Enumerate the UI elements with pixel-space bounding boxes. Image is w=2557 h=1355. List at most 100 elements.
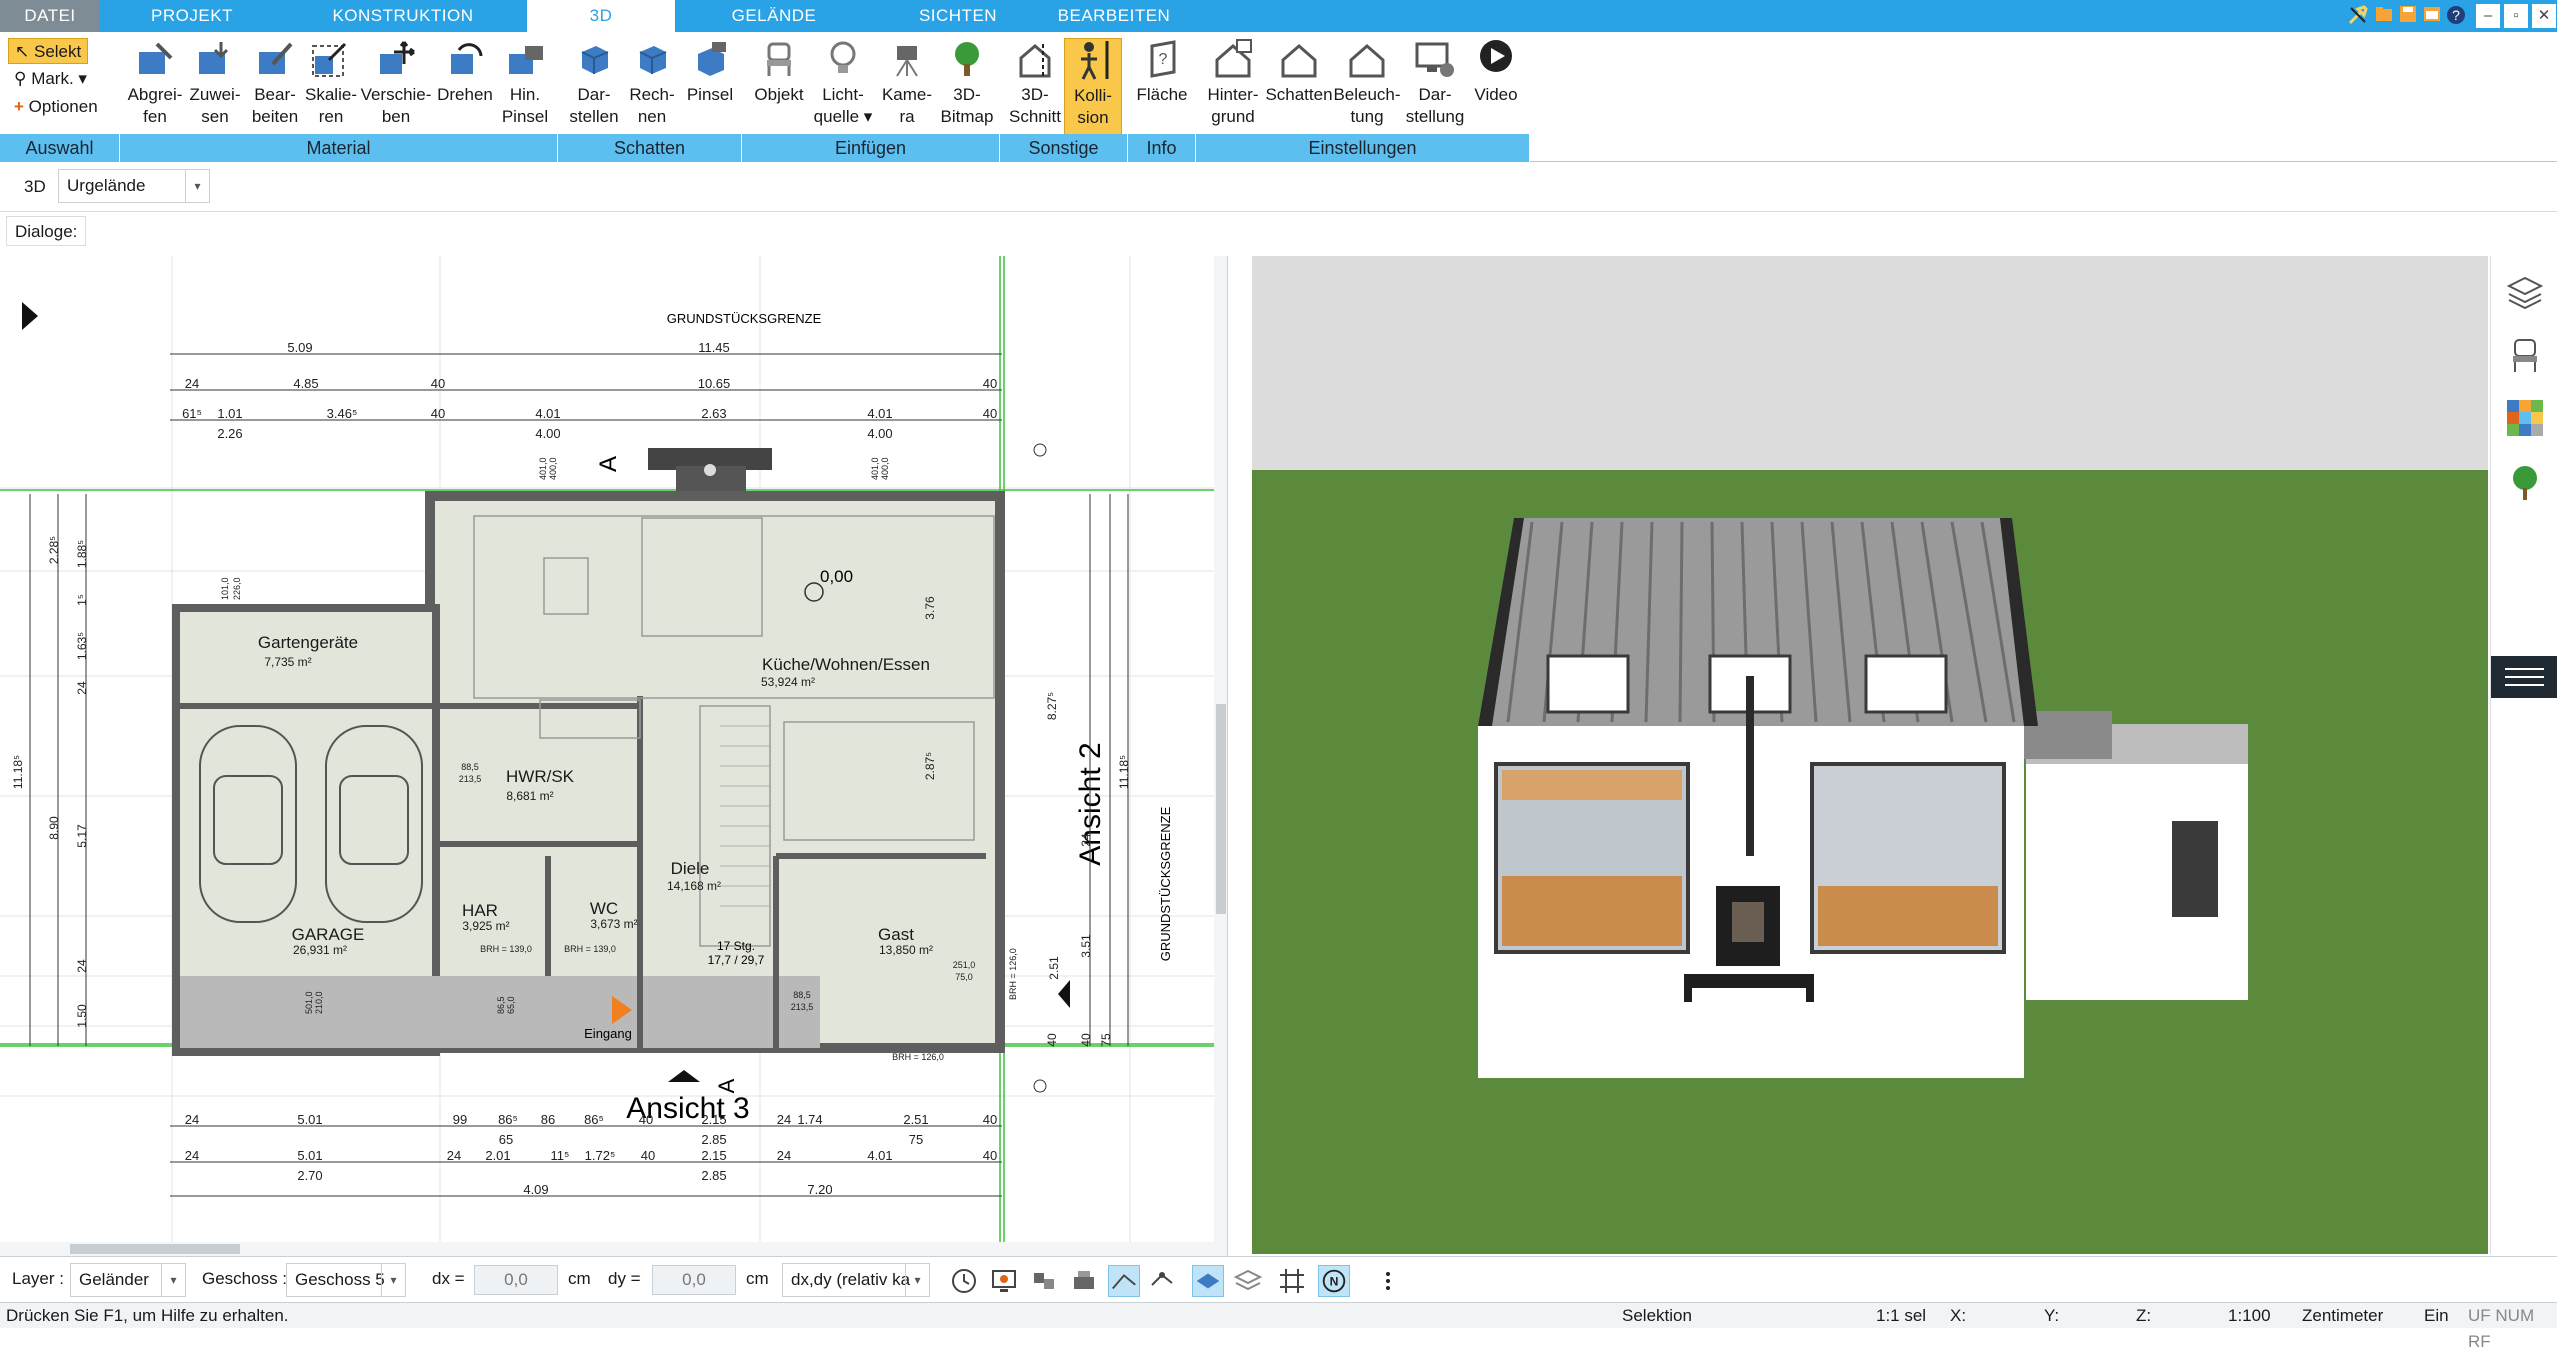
tab-konstruktion[interactable]: KONSTRUKTION (318, 0, 488, 32)
tab-sichten[interactable]: SICHTEN (884, 0, 1032, 32)
kamera-button[interactable]: Kame-ra (876, 38, 938, 128)
group-material: Material (120, 134, 558, 162)
folder-icon[interactable] (2372, 4, 2396, 28)
skalieren-button[interactable]: Skalie-ren (300, 38, 362, 128)
floor-select[interactable]: Geschoss 5 ▾ (286, 1263, 406, 1297)
group-objects-icon[interactable] (1028, 1265, 1060, 1297)
svg-text:1.50: 1.50 (75, 1004, 89, 1028)
furniture-icon[interactable] (2505, 336, 2545, 376)
background-house-icon (1215, 39, 1252, 78)
window-icon[interactable] (2420, 4, 2444, 28)
beleuchtung-button[interactable]: Beleuch-tung (1332, 38, 1402, 128)
clock-icon[interactable] (948, 1265, 980, 1297)
view-toolbar: 3D Urgelände ▾ (0, 163, 2557, 209)
hintergrund-button[interactable]: Hinter-grund (1200, 38, 1266, 128)
darstellung-button[interactable]: Dar-stellung (1402, 38, 1468, 128)
verschieben-button[interactable]: Verschie-ben (360, 38, 432, 128)
plants-icon[interactable] (2505, 462, 2545, 502)
north-icon[interactable]: N (1318, 1265, 1350, 1297)
select-button[interactable]: ↖ Selekt (8, 38, 89, 64)
terrain-select[interactable]: Urgelände ▾ (58, 169, 210, 203)
ribbon: ↖ Selekt ⚲ Mark. ▾ + Optionen Abgrei-fen… (0, 32, 2557, 162)
svg-text:75: 75 (1099, 1033, 1113, 1047)
snap-points-icon[interactable] (1148, 1265, 1180, 1297)
tab-projekt[interactable]: PROJEKT (118, 0, 266, 32)
floor-plan-view[interactable]: GRUNDSTÜCKSGRENZE 5.09 11.45 24 4.85 40 … (0, 256, 1228, 1256)
materials-icon[interactable] (2505, 398, 2545, 438)
side-door (2172, 821, 2218, 917)
panel-menu-button[interactable] (2491, 656, 2557, 698)
tab-datei[interactable]: DATEI (0, 0, 100, 32)
options-button[interactable]: + Optionen (8, 94, 104, 120)
svg-text:11.45: 11.45 (698, 340, 730, 355)
schatten-rechnen-button[interactable]: Rech-nen (622, 38, 682, 128)
tab-gelaende[interactable]: GELÄNDE (700, 0, 848, 32)
lichtquelle-button[interactable]: Licht-quelle ▾ (812, 38, 874, 128)
3d-canvas[interactable] (1252, 256, 2488, 1254)
mark-button[interactable]: ⚲ Mark. ▾ (8, 66, 93, 92)
svg-text:2.51: 2.51 (903, 1112, 928, 1127)
tab-3d[interactable]: 3D (527, 0, 675, 32)
vertical-scrollbar-thumb[interactable] (1216, 704, 1226, 914)
floor-plan-canvas[interactable]: GRUNDSTÜCKSGRENZE 5.09 11.45 24 4.85 40 … (0, 256, 1228, 1256)
svg-text:5.01: 5.01 (297, 1148, 322, 1163)
dy-input[interactable]: 0,0 (652, 1265, 736, 1295)
objekt-button[interactable]: Objekt (748, 38, 810, 106)
3d-bitmap-button[interactable]: 3D- Bitmap (936, 38, 998, 128)
tab-bearbeiten[interactable]: BEARBEITEN (1040, 0, 1188, 32)
view-3-arrow-icon (668, 1070, 700, 1082)
video-button[interactable]: Video (1466, 38, 1526, 106)
room-name: Küche/Wohnen/Essen (762, 655, 930, 674)
bearbeiten-button[interactable]: Bear-beiten (244, 38, 306, 128)
chair-icon (767, 42, 791, 76)
3d-view[interactable] (1252, 256, 2488, 1254)
svg-text:5.01: 5.01 (297, 1112, 322, 1127)
coordinate-mode-select[interactable]: dx,dy (relativ ka ▾ (782, 1263, 930, 1297)
schatten-darstellen-button[interactable]: Dar-stellen (564, 38, 624, 128)
brush-icon (509, 46, 543, 74)
flaeche-button[interactable]: ? Fläche (1132, 38, 1192, 106)
bottom-toolbar: Layer : Geländer ▾ Geschoss : Geschoss 5… (0, 1256, 2557, 1302)
dx-input[interactable]: 0,0 (474, 1265, 558, 1295)
schatten-settings-button[interactable]: Schatten (1264, 38, 1334, 106)
restore-icon[interactable]: ▫ (2504, 4, 2528, 28)
grid-icon[interactable] (1276, 1265, 1308, 1297)
svg-text:17,7 / 29,7: 17,7 / 29,7 (708, 953, 765, 967)
more-options-icon[interactable] (1372, 1265, 1404, 1297)
svg-text:24: 24 (1079, 833, 1093, 847)
room-name: Diele (671, 859, 710, 878)
close-icon[interactable]: ✕ (2532, 4, 2556, 28)
dialoge-button[interactable]: Dialoge: (6, 216, 87, 246)
abgreifen-button[interactable]: Abgrei-fen (122, 38, 188, 128)
schatten-pinsel-button[interactable]: Pinsel (680, 38, 740, 106)
svg-text:17 Stg.: 17 Stg. (717, 939, 755, 953)
layer-select[interactable]: Geländer ▾ (70, 1263, 186, 1297)
save-icon[interactable] (2396, 4, 2420, 28)
zuweisen-button[interactable]: Zuwei-sen (184, 38, 246, 128)
minimize-icon[interactable]: – (2476, 4, 2500, 28)
3d-schnitt-button[interactable]: 3D- Schnitt (1004, 38, 1066, 128)
monitor-icon[interactable] (988, 1265, 1020, 1297)
layers-icon[interactable] (2505, 272, 2545, 312)
print-icon[interactable] (1068, 1265, 1100, 1297)
view-2-arrow-icon (1058, 980, 1070, 1008)
drehen-button[interactable]: Drehen (432, 38, 498, 106)
svg-text:40: 40 (983, 1112, 997, 1127)
kollision-button[interactable]: Kolli-sion (1064, 38, 1122, 136)
room-name: HWR/SK (506, 767, 575, 786)
hamburger-icon (2505, 668, 2544, 686)
horizontal-scrollbar-thumb[interactable] (70, 1244, 240, 1254)
pinsel-material-button[interactable]: Hin. Pinsel (492, 38, 558, 128)
svg-text:?: ? (1159, 51, 1168, 68)
area-info-icon: ? (1150, 40, 1176, 78)
layers-snap-icon[interactable] (1232, 1265, 1264, 1297)
svg-text:11.18⁵: 11.18⁵ (1117, 755, 1131, 789)
snap-plane-icon[interactable] (1192, 1265, 1224, 1297)
svg-text:40: 40 (431, 406, 445, 421)
room-area: 3,673 m² (590, 917, 637, 931)
snap-line-icon[interactable] (1108, 1265, 1140, 1297)
tools-icon[interactable] (2346, 4, 2370, 28)
svg-text:4.85: 4.85 (293, 376, 318, 391)
help-icon[interactable]: ? (2444, 4, 2468, 28)
svg-text:2.70: 2.70 (297, 1168, 322, 1183)
